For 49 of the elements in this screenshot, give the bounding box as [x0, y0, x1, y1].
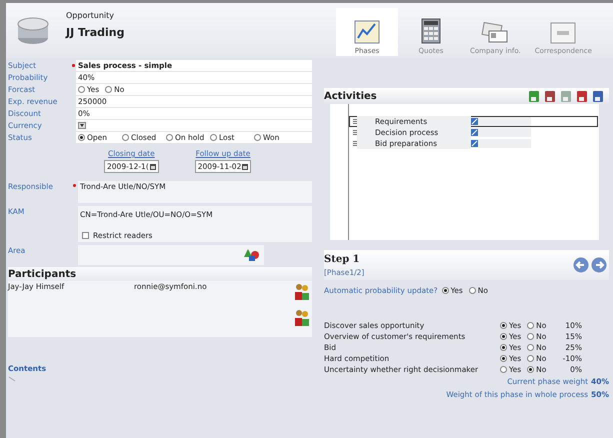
toolbar-icon[interactable]: [577, 90, 587, 102]
radio-button[interactable]: [500, 366, 507, 373]
radio-button[interactable]: [527, 344, 534, 351]
radio-button[interactable]: [78, 134, 85, 141]
area-field[interactable]: [78, 245, 264, 266]
radio-button[interactable]: [105, 86, 112, 93]
grip-icon: [353, 119, 357, 124]
radio-button[interactable]: [122, 134, 129, 141]
radio-button[interactable]: [527, 332, 534, 340]
radio-button[interactable]: [254, 134, 261, 141]
radio-button[interactable]: [166, 134, 173, 141]
document-icon: [550, 22, 576, 44]
restrict-checkbox[interactable]: [82, 232, 89, 239]
toolbar-icon[interactable]: [529, 90, 539, 102]
caret-icon: [80, 124, 84, 127]
radio-button[interactable]: [527, 366, 534, 373]
shapes-icon[interactable]: [244, 248, 260, 262]
record-title: JJ Trading: [66, 24, 125, 41]
edit-icon[interactable]: [471, 140, 478, 147]
radio-button[interactable]: [527, 322, 534, 329]
section-title: Participants: [8, 268, 76, 282]
section-title: Activities: [324, 90, 377, 104]
radio-button[interactable]: [442, 287, 449, 294]
chart-icon: [354, 20, 380, 44]
people-icon[interactable]: [294, 283, 310, 302]
database-icon: [16, 16, 50, 46]
calculator-icon: [421, 18, 441, 44]
radio-button[interactable]: [500, 354, 507, 362]
dropdown-button[interactable]: [78, 122, 86, 129]
edit-icon[interactable]: [471, 118, 478, 125]
calendar-icon[interactable]: [242, 164, 248, 170]
step-title: Step 1: [324, 252, 361, 267]
radio-button[interactable]: [78, 86, 85, 93]
business-card-icon: [481, 22, 510, 44]
radio-button[interactable]: [500, 322, 507, 329]
record-type: Opportunity: [66, 10, 116, 22]
required-marker-icon: [72, 184, 76, 188]
radio-button[interactable]: [500, 332, 507, 340]
radio-button[interactable]: [500, 344, 507, 351]
toolbar-icon[interactable]: [545, 90, 555, 102]
people-icon[interactable]: [294, 309, 310, 328]
grip-icon: [353, 130, 357, 135]
radio-button[interactable]: [210, 134, 217, 141]
radio-button[interactable]: [468, 287, 476, 294]
toolbar-icon[interactable]: [593, 90, 603, 102]
grip-icon: [353, 141, 357, 146]
radio-button[interactable]: [527, 354, 534, 362]
calendar-icon[interactable]: [150, 164, 156, 170]
edit-icon[interactable]: [471, 129, 478, 136]
